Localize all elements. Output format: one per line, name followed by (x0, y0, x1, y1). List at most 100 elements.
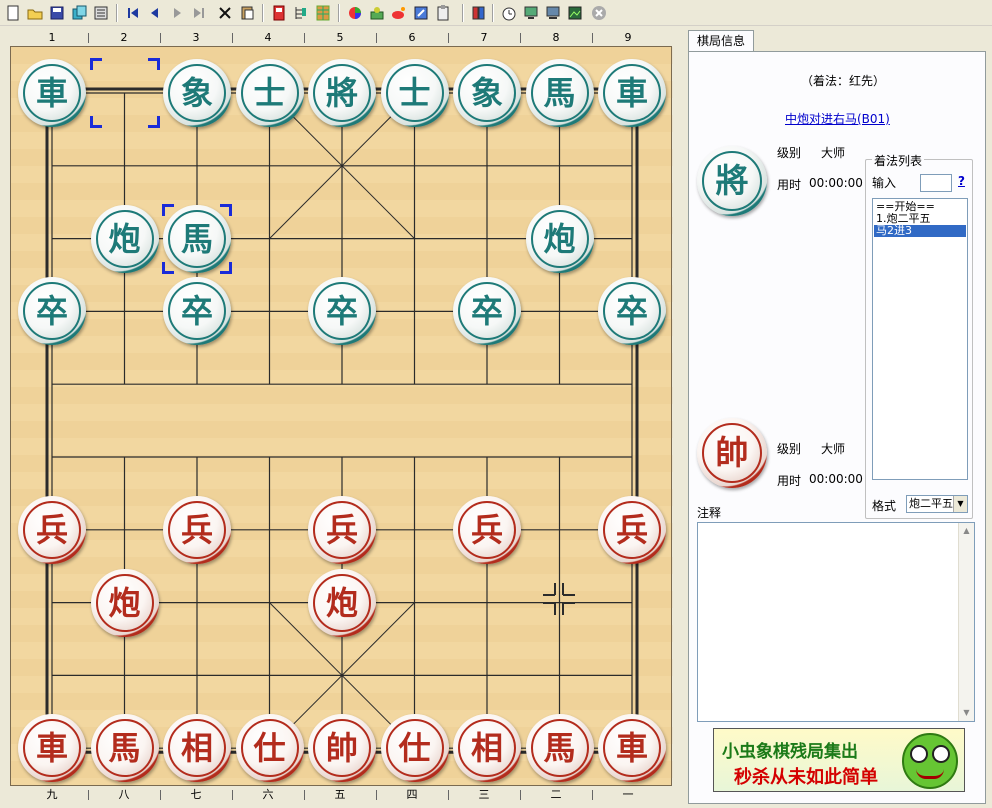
move-list[interactable]: ==开始== 1.炮二平五 马2进3 (872, 198, 968, 480)
black-piece[interactable]: 車 (18, 59, 86, 127)
move-list-item[interactable]: 1.炮二平五 (874, 213, 966, 225)
input-label: 输入 (872, 176, 897, 190)
clipboard-icon[interactable] (434, 4, 452, 22)
move-input[interactable] (920, 174, 952, 192)
piece-label: 兵 (325, 510, 358, 549)
advertisement-banner[interactable]: 小虫象棋残局集出 秒杀从未如此简单 (713, 728, 965, 792)
black-piece[interactable]: 炮 (90, 204, 159, 273)
piece-label: 卒 (325, 292, 358, 331)
red-piece[interactable]: 馬 (525, 714, 594, 783)
top-coordinate-6: 6 (408, 31, 416, 44)
tab-game-info[interactable]: 棋局信息 (688, 30, 754, 52)
grid-icon[interactable] (314, 4, 332, 22)
top-coordinate-1: 1 (48, 31, 56, 44)
black-level-value: 大师 (821, 146, 846, 160)
move-list-item[interactable]: 马2进3 (874, 225, 966, 237)
black-time-value: 00:00:00 (809, 176, 863, 190)
black-piece[interactable]: 炮 (525, 204, 594, 273)
copy-icon[interactable] (70, 4, 88, 22)
top-coordinate-7: 7 (480, 31, 488, 44)
engine-icon[interactable] (368, 4, 386, 22)
paste-icon[interactable] (238, 4, 256, 22)
red-piece[interactable]: 仕 (235, 714, 304, 783)
piece-label: 卒 (470, 292, 503, 331)
black-piece[interactable]: 車 (598, 59, 666, 127)
black-piece[interactable]: 象 (163, 59, 231, 127)
red-piece[interactable]: 仕 (380, 714, 449, 783)
move-list-item[interactable]: ==开始== (874, 201, 966, 213)
book-icon[interactable] (270, 4, 288, 22)
red-piece[interactable]: 車 (18, 714, 86, 783)
delete-icon[interactable] (216, 4, 234, 22)
format-select[interactable]: 炮二平五 ▼ (906, 495, 968, 513)
settings-icon[interactable] (92, 4, 110, 22)
edit-icon[interactable] (412, 4, 430, 22)
black-piece[interactable]: 卒 (453, 277, 521, 346)
black-piece[interactable]: 卒 (308, 277, 376, 346)
red-piece[interactable]: 兵 (163, 495, 231, 564)
red-piece[interactable]: 炮 (90, 568, 159, 637)
chess-board[interactable]: 車象士將士象馬車炮馬炮卒卒卒卒卒兵兵兵兵兵炮炮車馬相仕帥仕相馬車 (10, 46, 673, 786)
close-icon[interactable] (590, 4, 608, 22)
timer-icon[interactable] (500, 4, 518, 22)
coordinate-tick (592, 790, 593, 800)
tree-icon[interactable] (292, 4, 310, 22)
black-piece[interactable]: 卒 (598, 277, 666, 346)
black-piece[interactable]: 士 (380, 59, 449, 127)
computer-icon[interactable] (522, 4, 540, 22)
wood-grain (11, 387, 673, 404)
chevron-down-icon[interactable]: ▼ (953, 496, 967, 512)
piece-label: 車 (615, 729, 648, 768)
top-coordinate-2: 2 (120, 31, 128, 44)
scroll-down-icon[interactable]: ▼ (959, 705, 974, 721)
black-player-piece-label: 將 (715, 161, 749, 200)
game-info-panel: 棋局信息 （着法：红先） 中炮对进右马(B01) 將 级别 大师 用时 00:0… (688, 30, 988, 804)
black-piece[interactable]: 將 (308, 59, 376, 127)
previous-move-icon[interactable] (146, 4, 164, 22)
opening-link[interactable]: 中炮对进右马(B01) (785, 110, 890, 127)
piece-label: 車 (35, 74, 68, 112)
comment-textarea[interactable]: ▲ ▼ (697, 522, 975, 722)
comment-scrollbar[interactable]: ▲ ▼ (958, 523, 974, 721)
picture-icon[interactable] (566, 4, 584, 22)
piece-label: 相 (470, 729, 503, 768)
red-piece[interactable]: 馬 (90, 714, 159, 783)
piece-label: 象 (180, 74, 213, 112)
move-origin-marker (89, 58, 160, 128)
piece-label: 象 (470, 74, 503, 112)
library-icon[interactable] (470, 4, 488, 22)
piece-label: 仕 (253, 729, 286, 768)
black-piece[interactable]: 卒 (18, 277, 86, 346)
piece-label: 兵 (35, 510, 68, 549)
color-wheel-icon[interactable] (346, 4, 364, 22)
ad-line-2: 秒杀从未如此简单 (734, 767, 878, 788)
first-move-icon[interactable] (124, 4, 142, 22)
red-piece[interactable]: 車 (598, 714, 666, 783)
save-icon[interactable] (48, 4, 66, 22)
red-piece[interactable]: 相 (453, 714, 521, 783)
next-move-icon[interactable] (168, 4, 186, 22)
red-piece[interactable]: 兵 (18, 495, 86, 564)
black-piece[interactable]: 士 (235, 59, 304, 127)
coordinate-tick (448, 790, 449, 800)
top-coordinate-5: 5 (336, 31, 344, 44)
red-piece[interactable]: 相 (163, 714, 231, 783)
black-piece[interactable]: 象 (453, 59, 521, 127)
piece-label: 相 (180, 729, 213, 768)
red-piece[interactable]: 兵 (453, 495, 521, 564)
new-file-icon[interactable] (4, 4, 22, 22)
red-piece[interactable]: 炮 (308, 568, 376, 637)
red-piece[interactable]: 兵 (308, 495, 376, 564)
toolbar-separator (462, 4, 464, 22)
last-move-icon[interactable] (190, 4, 208, 22)
black-piece[interactable]: 卒 (163, 277, 231, 346)
network-icon[interactable] (544, 4, 562, 22)
scroll-up-icon[interactable]: ▲ (959, 523, 974, 539)
red-piece[interactable]: 兵 (598, 495, 666, 564)
open-folder-icon[interactable] (26, 4, 44, 22)
black-piece[interactable]: 馬 (525, 59, 594, 127)
top-coordinate-9: 9 (624, 31, 632, 44)
red-piece[interactable]: 帥 (308, 714, 376, 783)
weibo-icon[interactable] (390, 4, 408, 22)
help-link[interactable]: ? (958, 174, 965, 188)
